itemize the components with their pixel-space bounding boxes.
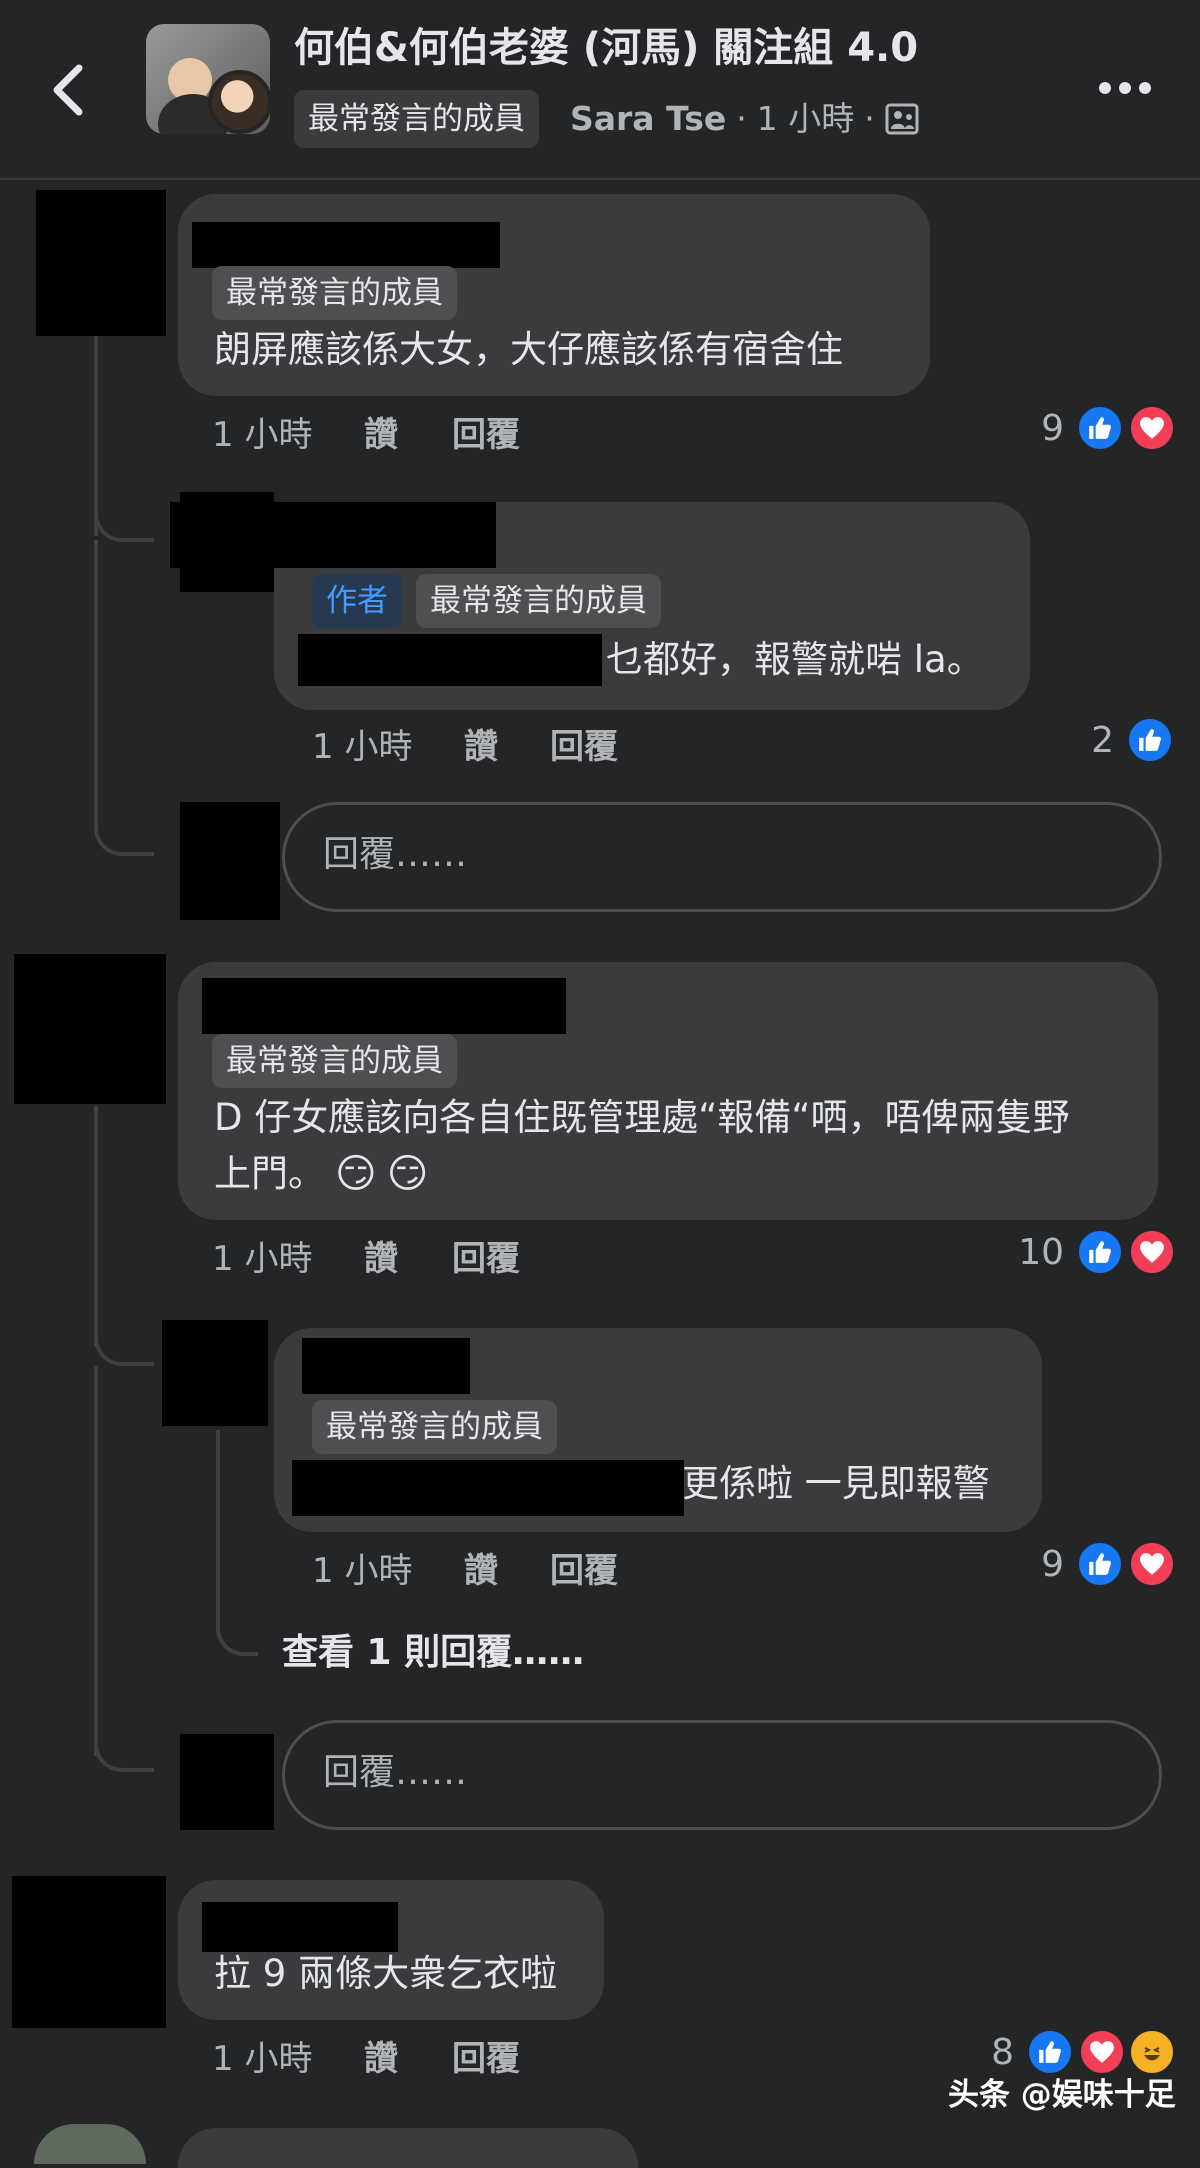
more-dot — [1119, 82, 1131, 94]
thread-line — [94, 540, 98, 800]
like-button[interactable]: 讚 — [364, 2034, 398, 2084]
more-options-button[interactable] — [1090, 58, 1160, 118]
thread-connector — [94, 1310, 154, 1366]
reply-input[interactable]: 回覆…… — [282, 1720, 1162, 1830]
author-badge: 作者 — [312, 574, 402, 628]
group-members-icon — [885, 103, 919, 135]
top-contributor-badge: 最常發言的成員 — [294, 90, 539, 148]
more-dot — [1099, 82, 1111, 94]
like-reaction-icon — [1026, 2028, 1074, 2076]
thread-connector — [216, 1600, 258, 1656]
reaction-count[interactable]: 9 — [1000, 1540, 1064, 1590]
thread-connector — [94, 498, 154, 542]
view-replies-link[interactable]: 查看 1 則回覆…… — [282, 1628, 584, 1678]
comment-time[interactable]: 1 小時 — [212, 410, 312, 460]
post-time[interactable]: 1 小時 — [757, 90, 855, 148]
my-avatar — [180, 1734, 274, 1830]
post-meta: Sara Tse · 1 小時 · — [570, 90, 919, 148]
comment-text-line-2: 上門。 — [214, 1152, 325, 1195]
top-contributor-badge: 最常發言的成員 — [212, 266, 457, 320]
commenter-name[interactable] — [192, 222, 500, 268]
reply-button[interactable]: 回覆 — [550, 722, 618, 772]
thread-connector — [94, 1716, 154, 1772]
like-button[interactable]: 讚 — [364, 410, 398, 460]
commenter-name[interactable] — [302, 1338, 470, 1394]
commenter-name[interactable] — [202, 1902, 398, 1952]
redacted-text — [298, 634, 602, 686]
commenter-avatar[interactable] — [162, 1320, 268, 1426]
comment-text: 更係啦 一見即報警 — [682, 1462, 990, 1505]
top-contributor-badge: 最常發言的成員 — [212, 1034, 457, 1088]
more-dot — [1139, 82, 1151, 94]
reaction-count[interactable]: 8 — [950, 2028, 1014, 2078]
commenter-name[interactable] — [170, 502, 496, 568]
smirk-emoji-icon: 😏 — [335, 1151, 377, 1197]
like-reaction-icon — [1076, 1540, 1124, 1588]
smirk-emoji-icon: 😏 — [386, 1151, 429, 1197]
commenter-avatar[interactable] — [12, 1876, 166, 2028]
reply-button[interactable]: 回覆 — [452, 1234, 520, 1284]
reply-button[interactable]: 回覆 — [550, 1546, 618, 1596]
like-reaction-icon — [1076, 404, 1124, 452]
like-button[interactable]: 讚 — [464, 722, 498, 772]
like-button[interactable]: 讚 — [464, 1546, 498, 1596]
reply-button[interactable]: 回覆 — [452, 410, 520, 460]
author-avatar[interactable] — [208, 70, 272, 134]
comment-text: 乜都好，報警就啱 la。 — [606, 638, 984, 681]
commenter-avatar[interactable] — [36, 190, 166, 336]
haha-reaction-icon — [1128, 2028, 1176, 2076]
like-reaction-icon — [1076, 1228, 1124, 1276]
commenter-name[interactable] — [202, 978, 566, 1034]
love-reaction-icon — [1128, 404, 1176, 452]
love-reaction-icon — [1128, 1540, 1176, 1588]
author-name[interactable]: Sara Tse — [570, 90, 726, 148]
love-reaction-icon — [1078, 2028, 1126, 2076]
back-button[interactable] — [38, 50, 98, 130]
commenter-avatar[interactable] — [14, 954, 166, 1104]
comment-text: 拉 9 兩條大衆乞衣啦 — [214, 1952, 558, 1995]
group-title[interactable]: 何伯&何伯老婆 (河馬) 關注組 4.0 — [294, 20, 1094, 76]
my-avatar — [180, 802, 280, 920]
like-reaction-icon — [1126, 716, 1174, 764]
reaction-count[interactable]: 2 — [1050, 716, 1114, 766]
thread-connector — [94, 800, 154, 856]
top-contributor-badge: 最常發言的成員 — [416, 574, 661, 628]
comment-time[interactable]: 1 小時 — [212, 2034, 312, 2084]
comment-time[interactable]: 1 小時 — [212, 1234, 312, 1284]
love-reaction-icon — [1128, 1228, 1176, 1276]
reaction-count[interactable]: 9 — [1000, 404, 1064, 454]
reaction-count[interactable]: 10 — [990, 1228, 1064, 1278]
comment-time[interactable]: 1 小時 — [312, 1546, 412, 1596]
meta-separator: · — [864, 99, 875, 138]
next-commenter-avatar[interactable] — [34, 2124, 146, 2164]
comment-time[interactable]: 1 小時 — [312, 722, 412, 772]
redacted-text — [292, 1460, 684, 1516]
thread-line — [94, 1366, 98, 1756]
header-divider — [0, 178, 1200, 180]
reply-input[interactable]: 回覆…… — [282, 802, 1162, 912]
next-comment-bubble — [178, 2128, 638, 2168]
comment-text-line-1: D 仔女應該向各自住既管理處“報備“哂，唔俾兩隻野 — [214, 1096, 1070, 1139]
watermark: 头条 @娱味十足 — [948, 2077, 1176, 2113]
chevron-left-icon — [53, 64, 83, 116]
reply-button[interactable]: 回覆 — [452, 2034, 520, 2084]
comment-text: 朗屏應該係大女，大仔應該係有宿舍住 — [214, 328, 843, 371]
comment-text-line-2-group: 上門。 😏 😏 — [214, 1146, 428, 1202]
top-contributor-badge: 最常發言的成員 — [312, 1400, 557, 1454]
meta-separator: · — [736, 99, 747, 138]
like-button[interactable]: 讚 — [364, 1234, 398, 1284]
